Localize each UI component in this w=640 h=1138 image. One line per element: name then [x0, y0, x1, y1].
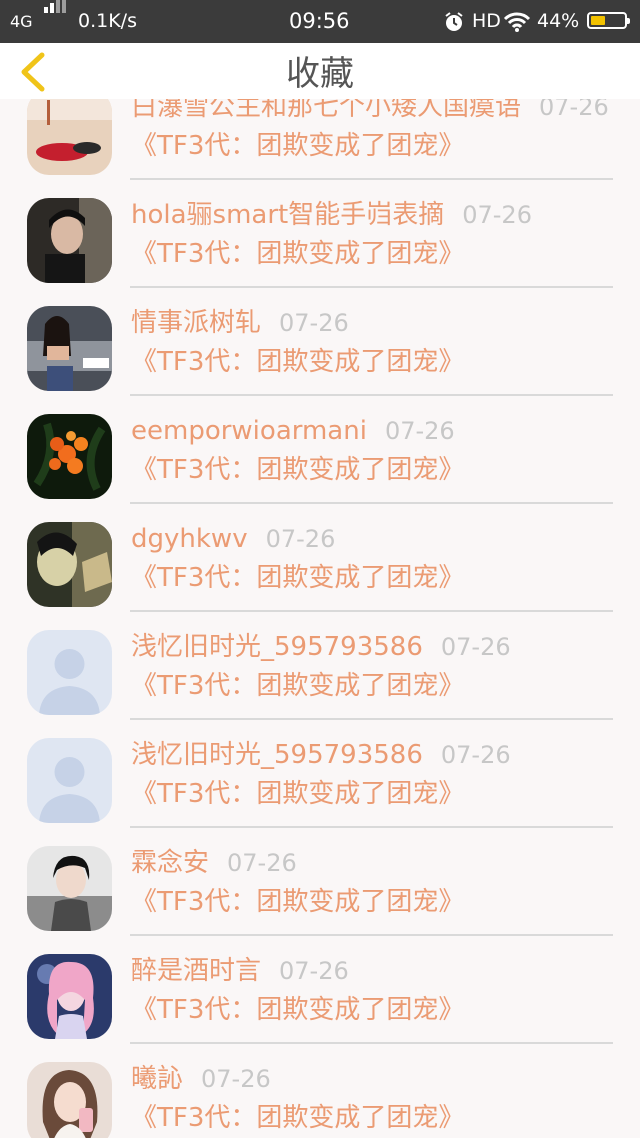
divider [130, 394, 613, 396]
work-title: 《TF3代：团欺变成了团宠》 [131, 563, 465, 593]
hd-indicator: HD [472, 10, 501, 32]
work-title: 《TF3代：团欺变成了团宠》 [131, 779, 465, 809]
work-title: 《TF3代：团欺变成了团宠》 [131, 239, 465, 269]
divider [130, 718, 613, 720]
default-avatar-icon [27, 738, 112, 823]
work-title: 《TF3代：团欺变成了团宠》 [131, 995, 465, 1025]
list-item[interactable]: 醉是酒时言 07-26 《TF3代：团欺变成了团宠》 [0, 937, 640, 1045]
avatar [27, 1062, 112, 1138]
list-item[interactable]: 浅忆旧时光_595793586 07-26 《TF3代：团欺变成了团宠》 [0, 721, 640, 829]
avatar [27, 198, 112, 283]
date: 07-26 [462, 201, 532, 229]
divider [130, 826, 613, 828]
default-avatar-icon [27, 630, 112, 715]
divider [130, 178, 613, 180]
avatar [27, 306, 112, 391]
list-item[interactable]: 白瀑雪公主和那七个小矮人国瘼语 07-26 《TF3代：团欺变成了团宠》 [0, 99, 640, 181]
page-title: 收藏 [286, 54, 354, 94]
avatar [27, 738, 112, 823]
divider [130, 934, 613, 936]
avatar [27, 414, 112, 499]
list-item[interactable]: 霖念安 07-26 《TF3代：团欺变成了团宠》 [0, 829, 640, 937]
date: 07-26 [227, 849, 297, 877]
list-item[interactable]: 曦訫 07-26 《TF3代：团欺变成了团宠》 [0, 1045, 640, 1138]
avatar [27, 522, 112, 607]
work-title: 《TF3代：团欺变成了团宠》 [131, 671, 465, 701]
list-item[interactable]: 情事派树轧 07-26 《TF3代：团欺变成了团宠》 [0, 289, 640, 397]
username: 醉是酒时言 [131, 956, 262, 986]
username: dgyhkwv [131, 524, 248, 554]
divider [130, 1042, 613, 1044]
date: 07-26 [384, 417, 455, 445]
avatar [27, 630, 112, 715]
avatar [27, 846, 112, 931]
list-item[interactable]: hola骊smart智能手岿表摘 07-26 《TF3代：团欺变成了团宠》 [0, 181, 640, 289]
clock: 09:56 [289, 9, 350, 33]
username: 浅忆旧时光_595793586 [131, 632, 423, 662]
username: 白瀑雪公主和那七个小矮人国瘼语 [131, 99, 522, 122]
username: 曦訫 [131, 1064, 184, 1094]
wifi-icon [503, 0, 531, 43]
status-bar: 4G 0.1K/s 09:56 HD 44% [0, 0, 640, 43]
work-title: 《TF3代：团欺变成了团宠》 [131, 131, 465, 161]
battery-percent: 44% [537, 10, 580, 32]
work-title: 《TF3代：团欺变成了团宠》 [131, 887, 465, 917]
work-title: 《TF3代：团欺变成了团宠》 [131, 455, 465, 485]
avatar [27, 99, 112, 175]
date: 07-26 [440, 741, 511, 769]
date: 07-26 [279, 309, 349, 337]
date: 07-26 [201, 1065, 271, 1093]
battery-icon [587, 12, 630, 29]
work-title: 《TF3代：团欺变成了团宠》 [131, 347, 465, 377]
nav-bar: 收藏 [0, 43, 640, 99]
divider [130, 286, 613, 288]
avatar [27, 954, 112, 1039]
divider [130, 502, 613, 504]
alarm-icon [443, 0, 465, 43]
list-item[interactable]: 浅忆旧时光_595793586 07-26 《TF3代：团欺变成了团宠》 [0, 613, 640, 721]
work-title: 《TF3代：团欺变成了团宠》 [131, 1103, 465, 1133]
divider [130, 610, 613, 612]
username: 浅忆旧时光_595793586 [131, 740, 423, 770]
list-item[interactable]: dgyhkwv 07-26 《TF3代：团欺变成了团宠》 [0, 505, 640, 613]
date: 07-26 [265, 525, 336, 553]
date: 07-26 [539, 99, 609, 121]
username: 情事派树轧 [131, 308, 262, 338]
favorites-list: 白瀑雪公主和那七个小矮人国瘼语 07-26 《TF3代：团欺变成了团宠》 hola… [0, 99, 640, 1138]
date: 07-26 [440, 633, 511, 661]
network-speed: 0.1K/s [78, 10, 137, 32]
list-item[interactable]: eemporwioarmani 07-26 《TF3代：团欺变成了团宠》 [0, 397, 640, 505]
username: eemporwioarmani [131, 416, 367, 446]
username: hola骊smart智能手岿表摘 [131, 200, 445, 230]
network-type: 4G [10, 12, 33, 31]
username: 霖念安 [131, 848, 210, 878]
date: 07-26 [279, 957, 349, 985]
